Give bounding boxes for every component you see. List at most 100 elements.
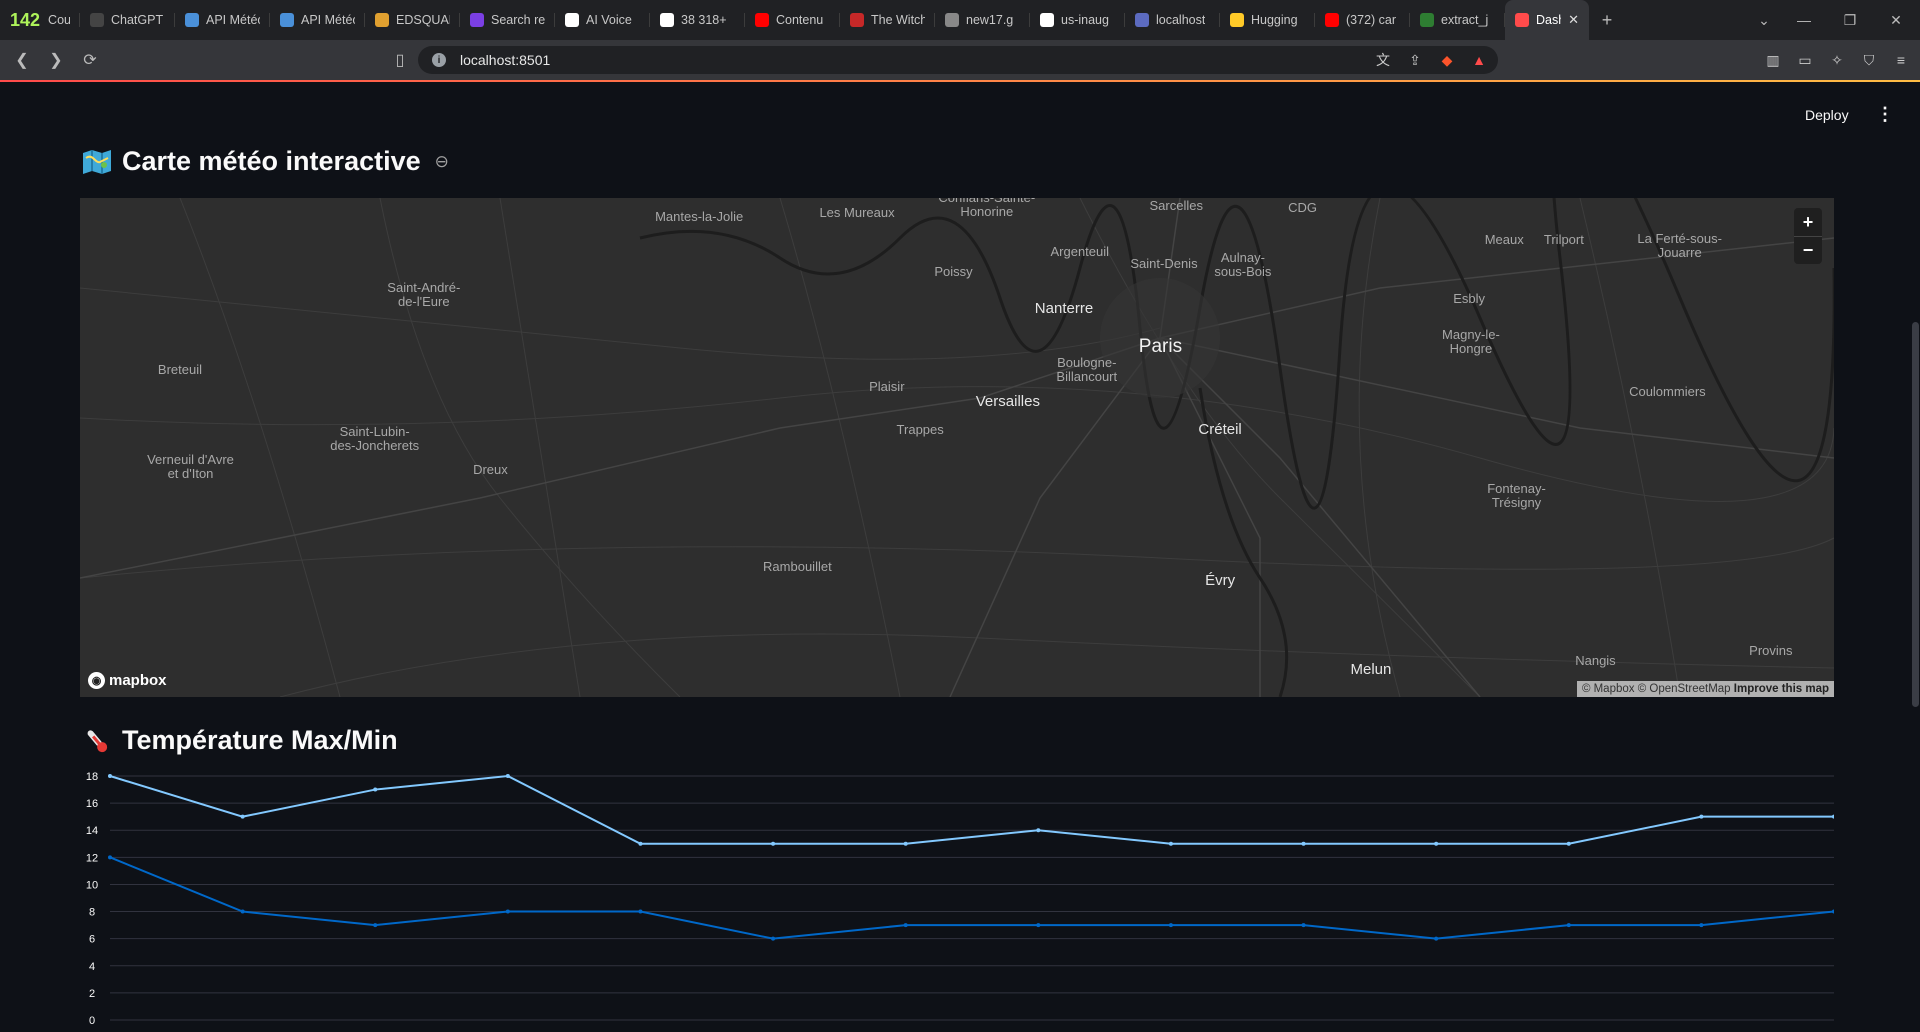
series-0-point[interactable] (373, 787, 378, 792)
y-tick-label: 16 (86, 798, 98, 810)
mapbox-logo[interactable]: ◉ mapbox (88, 672, 167, 689)
series-line-1[interactable] (109, 856, 1834, 940)
attribution-text[interactable]: © Mapbox © OpenStreetMap (1582, 683, 1731, 695)
series-0-point[interactable] (1566, 841, 1571, 846)
leo-ai-icon[interactable]: ✧ (1828, 51, 1846, 69)
map-place-label: Argenteuil (1050, 243, 1110, 259)
browser-tab[interactable]: Contenu (745, 0, 840, 40)
maximize-icon[interactable]: ❐ (1830, 0, 1870, 40)
tab-favicon-icon (660, 13, 674, 27)
browser-tab[interactable]: Hugging (1220, 0, 1315, 40)
browser-tab[interactable]: Search re (460, 0, 555, 40)
sidebar-icon[interactable]: ▥ (1764, 51, 1782, 69)
map-place-label: Saint-Denis (1130, 255, 1198, 271)
browser-tab[interactable]: The Witch (840, 0, 935, 40)
tab-search-icon[interactable]: ⌄ (1744, 0, 1784, 40)
back-icon[interactable]: ❮ (8, 46, 36, 74)
zoom-out-button[interactable]: − (1794, 236, 1822, 264)
browser-tab[interactable]: API Météo (270, 0, 365, 40)
series-1-point[interactable] (638, 909, 643, 914)
tab-favicon-icon (90, 13, 104, 27)
site-info-icon[interactable]: i (432, 53, 446, 67)
series-0-point[interactable] (638, 841, 643, 846)
series-0-point[interactable] (1168, 841, 1173, 846)
close-tab-icon[interactable]: ✕ (1568, 12, 1579, 28)
map-section-title: Carte météo interactive (122, 146, 421, 176)
map-place-label: Aulnay- sous-Bois (1214, 249, 1272, 279)
browser-tab[interactable]: extract_j (1410, 0, 1505, 40)
browser-tab[interactable]: ChatGPT (80, 0, 175, 40)
tab-title: extract_j (1441, 13, 1489, 27)
brave-shields-icon[interactable]: ◆ (1438, 51, 1456, 69)
temperature-line-chart[interactable]: 0 2 4 6 8 10 12 14 16 18 (80, 768, 1834, 1032)
anchor-link-icon[interactable]: ⊖ (435, 152, 449, 172)
translate-icon[interactable]: 文 (1374, 51, 1392, 69)
series-1-point[interactable] (1168, 923, 1173, 928)
series-1-point[interactable] (1434, 936, 1439, 941)
series-0-point[interactable] (1434, 841, 1439, 846)
browser-tab[interactable]: (372) car (1315, 0, 1410, 40)
series-0-point[interactable] (903, 841, 908, 846)
series-1-point[interactable] (1036, 923, 1041, 928)
map-place-label: Nangis (1575, 653, 1616, 669)
browser-tab[interactable]: 38 318+ (650, 0, 745, 40)
y-tick-label: 12 (86, 852, 98, 864)
series-0-point[interactable] (505, 774, 510, 778)
series-0-point[interactable] (1301, 841, 1306, 846)
wallet-icon[interactable]: ▭ (1796, 51, 1814, 69)
new-tab-icon[interactable]: + (1589, 10, 1625, 31)
series-0-point[interactable] (771, 841, 776, 846)
map-place-label: Plaisir (869, 379, 905, 395)
minimize-icon[interactable]: — (1784, 0, 1824, 40)
forward-icon[interactable]: ❯ (42, 46, 70, 74)
browser-tab[interactable]: AI Voice (555, 0, 650, 40)
series-0-point[interactable] (1832, 814, 1834, 819)
series-0-point[interactable] (1036, 828, 1041, 833)
browser-tab[interactable]: 142 Cours : 4I (0, 0, 80, 40)
tab-favicon-icon (470, 13, 484, 27)
main-menu-icon[interactable]: ⋮ (1876, 104, 1894, 125)
series-1-point[interactable] (1566, 923, 1571, 928)
browser-tab[interactable]: localhost (1125, 0, 1220, 40)
menu-icon[interactable]: ≡ (1892, 51, 1910, 69)
zoom-in-button[interactable]: + (1794, 208, 1822, 236)
tab-favicon-icon (945, 13, 959, 27)
series-0-point[interactable] (108, 774, 112, 778)
map-place-label: Sarcelles (1149, 198, 1203, 213)
improve-map-link[interactable]: Improve this map (1734, 683, 1829, 695)
share-icon[interactable]: ⇪ (1406, 51, 1424, 69)
interactive-map[interactable]: + − ◉ mapbox © Mapbox © OpenStreetMap Im… (80, 198, 1834, 697)
series-1-point[interactable] (903, 923, 908, 928)
series-1-point[interactable] (373, 923, 378, 928)
series-1-point[interactable] (771, 936, 776, 941)
streamlit-header-decoration (0, 80, 1920, 82)
series-1-point[interactable] (240, 909, 245, 914)
browser-tab[interactable]: EDSQUAD (365, 0, 460, 40)
browser-tab[interactable]: us-inaug (1030, 0, 1125, 40)
browser-tab[interactable]: API Météo (175, 0, 270, 40)
page-scrollbar[interactable] (1912, 322, 1919, 707)
reload-icon[interactable]: ⟳ (76, 46, 104, 74)
series-line-0[interactable] (109, 774, 1834, 845)
map-place-label: Coulommiers (1629, 384, 1706, 400)
map-place-label: Esbly (1453, 290, 1486, 306)
close-window-icon[interactable]: ✕ (1876, 0, 1916, 40)
brave-rewards-icon[interactable]: ▲ (1470, 51, 1488, 69)
tab-favicon-icon (565, 13, 579, 27)
series-1-point[interactable] (1832, 909, 1834, 914)
thermometer-emoji-icon (82, 726, 112, 756)
series-1-point[interactable] (108, 855, 112, 860)
browser-tab[interactable]: Dash ✕ (1505, 0, 1589, 40)
series-0-point[interactable] (240, 814, 245, 819)
address-bar[interactable]: i localhost:8501 文 ⇪ ◆ ▲ (418, 46, 1498, 74)
bookmark-icon[interactable]: ▯ (386, 46, 414, 74)
series-0-point[interactable] (1699, 814, 1704, 819)
browser-tab[interactable]: new17.g (935, 0, 1030, 40)
series-1-point[interactable] (505, 909, 510, 914)
map-place-label: Dreux (473, 462, 508, 478)
tab-title: new17.g (966, 13, 1014, 27)
series-1-point[interactable] (1699, 923, 1704, 928)
series-1-point[interactable] (1301, 923, 1306, 928)
vpn-icon[interactable]: ⛉ (1860, 51, 1878, 69)
deploy-button[interactable]: Deploy (1805, 107, 1849, 123)
